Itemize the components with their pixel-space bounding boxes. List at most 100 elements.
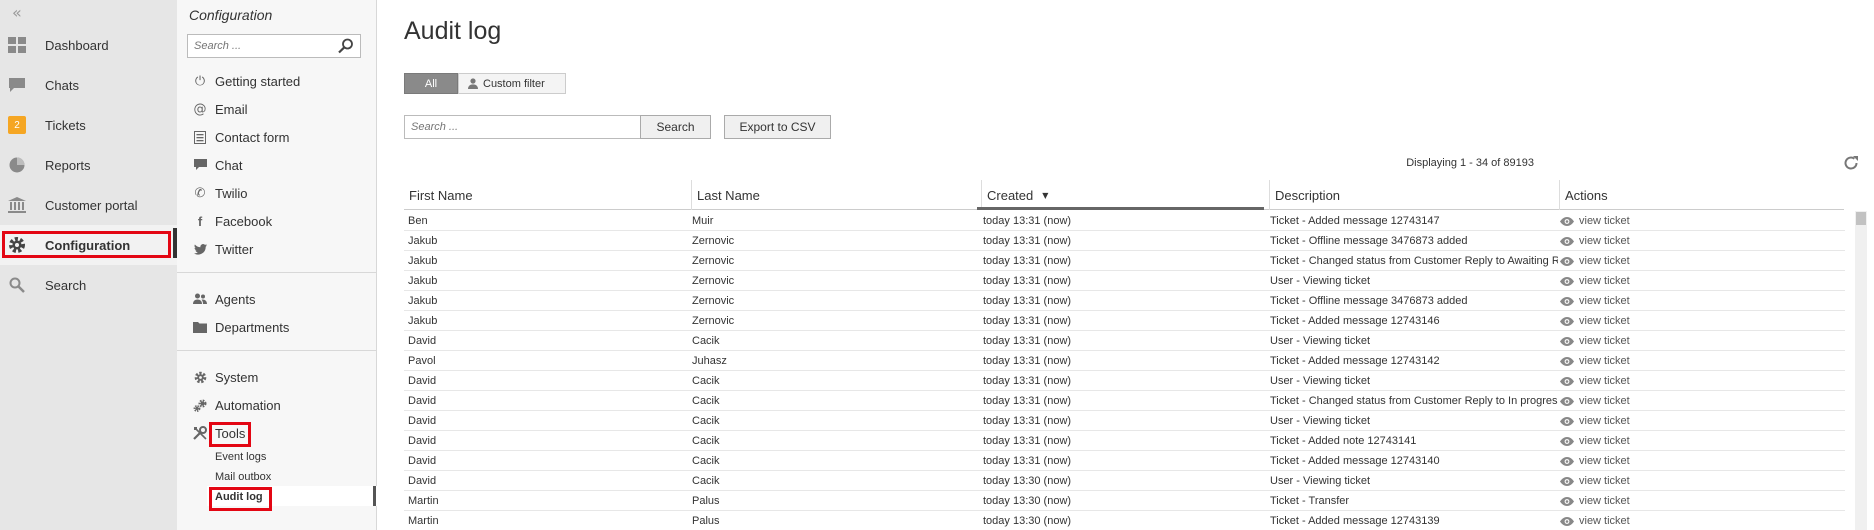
nav-item-customer-portal[interactable]: Customer portal bbox=[0, 185, 177, 225]
nav-label: Dashboard bbox=[45, 37, 109, 53]
export-csv-button[interactable]: Export to CSV bbox=[724, 115, 831, 139]
view-ticket-link[interactable]: view ticket bbox=[1560, 471, 1710, 491]
created-cell: today 13:31 (now) bbox=[983, 275, 1072, 287]
view-ticket-link[interactable]: view ticket bbox=[1560, 291, 1710, 311]
configuration-panel: Configuration ⏻ Getting started @ Email … bbox=[177, 0, 377, 530]
search-button[interactable]: Search bbox=[640, 115, 711, 139]
table-row[interactable]: Jakub Zernovic today 13:31 (now) Ticket - A… bbox=[404, 311, 1845, 331]
view-ticket-link[interactable]: view ticket bbox=[1560, 491, 1710, 511]
view-ticket-link[interactable]: view ticket bbox=[1560, 231, 1710, 251]
last-name-cell: Cacik bbox=[692, 455, 720, 467]
view-ticket-link[interactable]: view ticket bbox=[1560, 371, 1710, 391]
table-row[interactable]: David Cacik today 13:31 (now) User - Viewin… bbox=[404, 411, 1845, 431]
table-row[interactable]: Jakub Zernovic today 13:31 (now) Ticket - C… bbox=[404, 251, 1845, 271]
column-header-created[interactable]: Created ▼ bbox=[982, 180, 1270, 210]
view-ticket-label: view ticket bbox=[1579, 495, 1630, 507]
nav-item-configuration[interactable]: Configuration bbox=[0, 225, 177, 265]
eye-icon bbox=[1560, 456, 1574, 466]
table-row[interactable]: Ben Muir today 13:31 (now) Ticket - Added m… bbox=[404, 211, 1845, 231]
view-ticket-label: view ticket bbox=[1579, 215, 1630, 227]
search-icon[interactable] bbox=[338, 38, 354, 59]
table-row[interactable]: David Cacik today 13:31 (now) Ticket - Adde… bbox=[404, 451, 1845, 471]
nav-item-reports[interactable]: Reports bbox=[0, 145, 177, 185]
created-cell: today 13:31 (now) bbox=[983, 415, 1072, 427]
view-ticket-link[interactable]: view ticket bbox=[1560, 311, 1710, 331]
agents-icon bbox=[193, 292, 207, 306]
first-name-cell: David bbox=[408, 435, 437, 447]
table-row[interactable]: David Cacik today 13:31 (now) User - Viewin… bbox=[404, 331, 1845, 351]
column-header-last-name[interactable]: Last Name bbox=[692, 180, 982, 210]
nav-item-tickets[interactable]: 2 Tickets bbox=[0, 105, 177, 145]
chat-icon bbox=[193, 158, 207, 172]
created-cell: today 13:31 (now) bbox=[983, 455, 1072, 467]
first-name-cell: Jakub bbox=[408, 295, 438, 307]
table-row[interactable]: Martin Palus today 13:30 (now) Ticket - Tra… bbox=[404, 491, 1845, 511]
table-row[interactable]: Jakub Zernovic today 13:31 (now) Ticket - O… bbox=[404, 291, 1845, 311]
view-ticket-link[interactable]: view ticket bbox=[1560, 251, 1710, 271]
config-item-twilio[interactable]: ✆ Twilio bbox=[193, 182, 248, 204]
nav-label: Configuration bbox=[45, 237, 131, 253]
tickets-count-badge: 2 bbox=[8, 116, 26, 134]
dashboard-icon bbox=[8, 36, 26, 54]
column-label: Description bbox=[1275, 187, 1341, 203]
config-item-email[interactable]: @ Email bbox=[193, 98, 248, 120]
config-item-tools[interactable]: Tools bbox=[193, 422, 245, 444]
config-item-label: Getting started bbox=[215, 73, 301, 89]
table-row[interactable]: David Cacik today 13:30 (now) User - Viewin… bbox=[404, 471, 1845, 491]
audit-search-input[interactable] bbox=[405, 116, 635, 138]
collapse-sidebar-icon[interactable]: « bbox=[12, 3, 22, 22]
view-ticket-label: view ticket bbox=[1579, 435, 1630, 447]
view-ticket-link[interactable]: view ticket bbox=[1560, 271, 1710, 291]
column-header-description[interactable]: Description bbox=[1270, 180, 1560, 210]
nav-item-chats[interactable]: Chats bbox=[0, 65, 177, 105]
audit-search-field[interactable] bbox=[404, 115, 641, 139]
last-name-cell: Cacik bbox=[692, 375, 720, 387]
eye-icon bbox=[1560, 296, 1574, 306]
config-item-system[interactable]: System bbox=[193, 366, 258, 388]
config-item-getting-started[interactable]: ⏻ Getting started bbox=[193, 70, 300, 92]
table-row[interactable]: David Cacik today 13:31 (now) Ticket - Adde… bbox=[404, 431, 1845, 451]
view-ticket-link[interactable]: view ticket bbox=[1560, 451, 1710, 471]
table-row[interactable]: David Cacik today 13:31 (now) Ticket - Chan… bbox=[404, 391, 1845, 411]
form-icon bbox=[193, 130, 207, 144]
table-row[interactable]: Jakub Zernovic today 13:31 (now) User - Vie… bbox=[404, 271, 1845, 291]
first-name-cell: David bbox=[408, 335, 437, 347]
view-ticket-link[interactable]: view ticket bbox=[1560, 211, 1710, 231]
config-subitem-mail-outbox[interactable]: Mail outbox bbox=[215, 471, 271, 483]
config-subitem-event-logs[interactable]: Event logs bbox=[215, 451, 266, 463]
table-row[interactable]: Jakub Zernovic today 13:31 (now) Ticket - O… bbox=[404, 231, 1845, 251]
vertical-scrollbar[interactable] bbox=[1855, 211, 1867, 530]
view-ticket-link[interactable]: view ticket bbox=[1560, 351, 1710, 371]
config-item-facebook[interactable]: f Facebook bbox=[193, 210, 272, 232]
config-search-field[interactable] bbox=[187, 34, 361, 58]
scrollbar-thumb[interactable] bbox=[1856, 212, 1866, 225]
nav-item-search[interactable]: Search bbox=[0, 265, 177, 305]
config-subitem-audit-log[interactable]: Audit log bbox=[215, 491, 263, 503]
view-ticket-link[interactable]: view ticket bbox=[1560, 331, 1710, 351]
view-ticket-label: view ticket bbox=[1579, 395, 1630, 407]
config-item-automation[interactable]: Automation bbox=[193, 394, 281, 416]
config-item-agents[interactable]: Agents bbox=[193, 288, 255, 310]
description-cell: User - Viewing ticket bbox=[1270, 335, 1371, 347]
refresh-icon[interactable] bbox=[1843, 155, 1859, 176]
filter-all-button[interactable]: All bbox=[404, 73, 458, 94]
config-search-input[interactable] bbox=[188, 35, 328, 57]
nav-item-dashboard[interactable]: Dashboard bbox=[0, 25, 177, 65]
table-row[interactable]: Martin Palus today 13:30 (now) Ticket - Add… bbox=[404, 511, 1845, 530]
config-item-twitter[interactable]: Twitter bbox=[193, 238, 253, 260]
view-ticket-link[interactable]: view ticket bbox=[1560, 431, 1710, 451]
description-cell: User - Viewing ticket bbox=[1270, 275, 1371, 287]
config-item-contact-form[interactable]: Contact form bbox=[193, 126, 289, 148]
config-item-chat[interactable]: Chat bbox=[193, 154, 242, 176]
view-ticket-link[interactable]: view ticket bbox=[1560, 511, 1710, 530]
column-header-first-name[interactable]: First Name bbox=[404, 180, 692, 210]
folder-icon bbox=[193, 320, 207, 334]
view-ticket-link[interactable]: view ticket bbox=[1560, 411, 1710, 431]
config-item-departments[interactable]: Departments bbox=[193, 316, 289, 338]
nav-label: Customer portal bbox=[45, 197, 138, 213]
description-cell: Ticket - Offline message 3476873 added bbox=[1270, 295, 1468, 307]
custom-filter-button[interactable]: Custom filter bbox=[458, 73, 566, 94]
table-row[interactable]: David Cacik today 13:31 (now) User - Viewin… bbox=[404, 371, 1845, 391]
view-ticket-link[interactable]: view ticket bbox=[1560, 391, 1710, 411]
table-row[interactable]: Pavol Juhasz today 13:31 (now) Ticket - Add… bbox=[404, 351, 1845, 371]
